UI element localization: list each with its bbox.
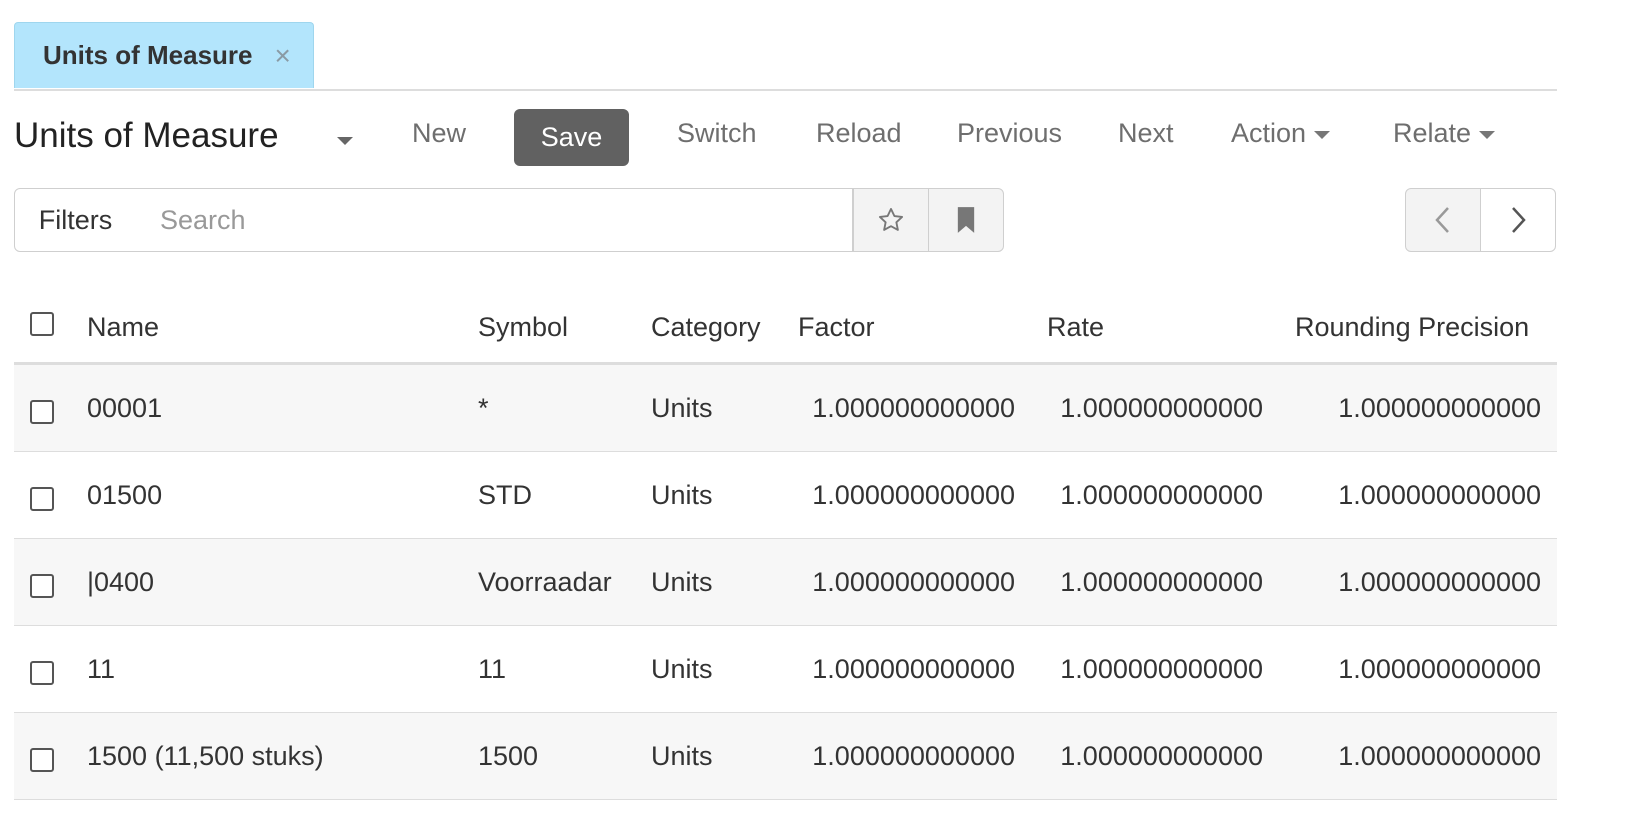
cell-rate: 1.000000000000 — [1060, 567, 1263, 597]
bookmark-icon — [957, 207, 975, 233]
column-header-name[interactable]: Name — [87, 312, 159, 343]
cell-name: 1500 (11,500 stuks) — [87, 741, 324, 771]
column-header-rate[interactable]: Rate — [1047, 312, 1104, 343]
cell-category: Units — [651, 654, 713, 684]
units-table: Name Symbol Category Factor Rate Roundin… — [14, 292, 1557, 800]
cell-name: 01500 — [87, 480, 163, 510]
star-button[interactable] — [853, 188, 929, 252]
row-checkbox[interactable] — [30, 400, 54, 424]
toolbar: Units of Measure New Save Switch Reload … — [14, 106, 1574, 170]
cell-factor: 1.000000000000 — [812, 654, 1015, 684]
cell-rate: 1.000000000000 — [1060, 393, 1263, 423]
chevron-down-icon[interactable] — [337, 137, 353, 145]
star-outline-icon — [878, 207, 904, 231]
action-menu-button[interactable]: Action — [1231, 118, 1331, 149]
cell-symbol: STD — [478, 480, 532, 510]
cell-rate: 1.000000000000 — [1060, 480, 1263, 510]
table-row[interactable]: 01500 STD Units 1.000000000000 1.0000000… — [14, 452, 1557, 539]
tab-bar: Units of Measure × — [14, 22, 1557, 91]
save-button[interactable]: Save — [514, 109, 629, 166]
cell-rate: 1.000000000000 — [1060, 654, 1263, 684]
column-header-rounding-precision[interactable]: Rounding Precision — [1295, 312, 1529, 343]
chevron-left-icon — [1435, 207, 1449, 233]
chevron-down-icon — [1314, 130, 1331, 139]
close-icon[interactable]: × — [275, 41, 291, 70]
cell-rounding-precision: 1.000000000000 — [1338, 393, 1541, 423]
table-row[interactable]: 1500 (11,500 stuks) 1500 Units 1.0000000… — [14, 713, 1557, 800]
cell-category: Units — [651, 480, 713, 510]
row-checkbox[interactable] — [30, 661, 54, 685]
cell-symbol: 11 — [478, 654, 507, 684]
row-checkbox[interactable] — [30, 487, 54, 511]
cell-rounding-precision: 1.000000000000 — [1338, 567, 1541, 597]
cell-factor: 1.000000000000 — [812, 393, 1015, 423]
next-button[interactable]: Next — [1118, 118, 1174, 149]
search-input[interactable] — [136, 188, 853, 252]
row-checkbox[interactable] — [30, 748, 54, 772]
tab-label: Units of Measure — [43, 40, 253, 70]
chevron-right-icon — [1512, 207, 1526, 233]
table-row[interactable]: |0400 Voorraadar Units 1.000000000000 1.… — [14, 539, 1557, 626]
column-header-symbol[interactable]: Symbol — [478, 312, 568, 343]
action-label: Action — [1231, 118, 1307, 148]
filter-bar: Filters — [14, 188, 1004, 254]
page-title: Units of Measure — [14, 116, 279, 155]
cell-symbol: * — [478, 393, 489, 423]
table-header: Name Symbol Category Factor Rate Roundin… — [14, 292, 1557, 365]
cell-factor: 1.000000000000 — [812, 741, 1015, 771]
table-row[interactable]: 00001 * Units 1.000000000000 1.000000000… — [14, 365, 1557, 452]
row-checkbox[interactable] — [30, 574, 54, 598]
cell-name: 00001 — [87, 393, 163, 423]
new-button[interactable]: New — [412, 118, 466, 149]
chevron-down-icon — [1479, 130, 1496, 139]
cell-category: Units — [651, 393, 713, 423]
filters-button[interactable]: Filters — [14, 188, 137, 252]
bookmark-button[interactable] — [928, 188, 1004, 252]
next-page-button[interactable] — [1480, 188, 1556, 252]
cell-rounding-precision: 1.000000000000 — [1338, 480, 1541, 510]
cell-rate: 1.000000000000 — [1060, 741, 1263, 771]
cell-factor: 1.000000000000 — [812, 567, 1015, 597]
previous-button[interactable]: Previous — [957, 118, 1062, 149]
cell-name: |0400 — [87, 567, 155, 597]
cell-factor: 1.000000000000 — [812, 480, 1015, 510]
cell-category: Units — [651, 741, 713, 771]
previous-page-button[interactable] — [1405, 188, 1481, 252]
table-row[interactable]: 11 11 Units 1.000000000000 1.00000000000… — [14, 626, 1557, 713]
column-header-factor[interactable]: Factor — [798, 312, 875, 343]
tab-units-of-measure[interactable]: Units of Measure × — [14, 22, 314, 88]
cell-name: 11 — [87, 654, 116, 684]
switch-button[interactable]: Switch — [677, 118, 757, 149]
cell-symbol: 1500 — [478, 741, 539, 771]
select-all-checkbox[interactable] — [30, 312, 54, 336]
cell-rounding-precision: 1.000000000000 — [1338, 741, 1541, 771]
cell-symbol: Voorraadar — [478, 567, 612, 597]
cell-category: Units — [651, 567, 713, 597]
cell-rounding-precision: 1.000000000000 — [1338, 654, 1541, 684]
relate-menu-button[interactable]: Relate — [1393, 118, 1496, 149]
column-header-category[interactable]: Category — [651, 312, 761, 343]
pager — [1405, 188, 1557, 252]
relate-label: Relate — [1393, 118, 1472, 148]
reload-button[interactable]: Reload — [816, 118, 902, 149]
